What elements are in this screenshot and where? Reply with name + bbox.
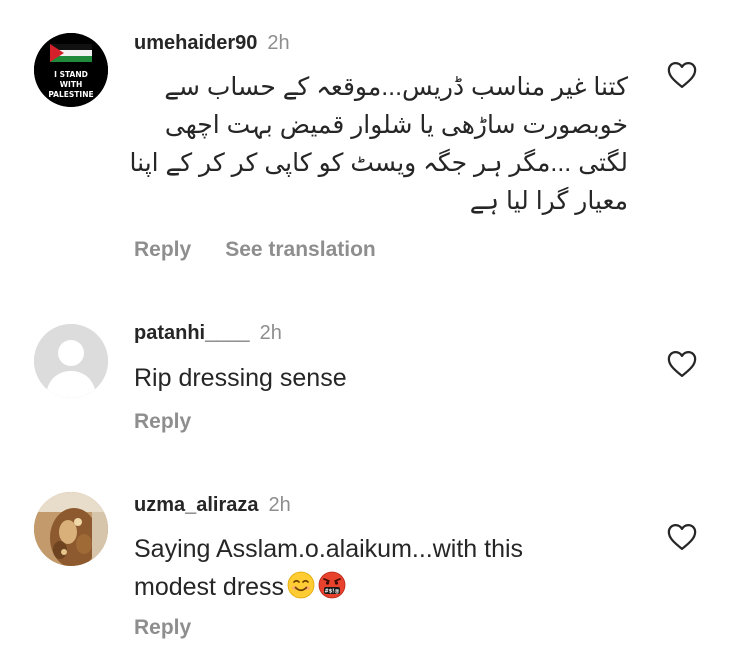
username[interactable]: umehaider90 xyxy=(134,32,257,54)
reply-button[interactable]: Reply xyxy=(134,410,191,433)
comment-meta: umehaider90 2h xyxy=(134,32,290,55)
avatar[interactable] xyxy=(34,492,108,566)
comment-text: Rip dressing sense xyxy=(134,364,347,392)
default-profile-icon xyxy=(34,324,108,398)
svg-text:#$!@: #$!@ xyxy=(325,589,340,595)
comment-text-line: معیار گرا لیا ہے xyxy=(469,187,628,215)
comment-text-line: کتنا غیر مناسب ڈریس...موقعہ کے حساب سے xyxy=(164,73,628,101)
comment-actions: Reply xyxy=(134,410,191,434)
timestamp: 2h xyxy=(259,322,282,344)
avatar-badge-text: I STAND WITH PALESTINE xyxy=(48,70,94,99)
comment-actions: Reply xyxy=(134,616,191,640)
timestamp: 2h xyxy=(268,494,291,516)
profile-photo xyxy=(34,492,108,566)
reply-button[interactable]: Reply xyxy=(134,238,191,261)
heart-outline-icon[interactable] xyxy=(667,61,697,89)
comment-text-line: لگتی ...مگر ہر جگہ ویسٹ کو کاپی کر کر کے… xyxy=(129,149,628,177)
comment-text: کتنا غیر مناسب ڈریس...موقعہ کے حساب سے خ… xyxy=(128,68,628,220)
reply-button[interactable]: Reply xyxy=(134,616,191,639)
comment-actions: Reply See translation xyxy=(134,238,376,262)
comment-text-line: خوبصورت ساڑھی یا شلوار قمیض بہت اچھی xyxy=(164,111,628,139)
avatar[interactable]: I STAND WITH PALESTINE xyxy=(34,33,108,107)
see-translation-button[interactable]: See translation xyxy=(225,238,376,261)
comment-text-line: modest dress #$!@ xyxy=(134,568,523,606)
username[interactable]: uzma_aliraza xyxy=(134,494,259,516)
avatar[interactable] xyxy=(34,324,108,398)
face-with-symbols-on-mouth-icon: #$!@ xyxy=(318,571,346,599)
username[interactable]: patanhi____ xyxy=(134,322,250,344)
comment-meta: patanhi____ 2h xyxy=(134,322,282,345)
comment-text-fragment: modest dress xyxy=(134,573,285,601)
comment-meta: uzma_aliraza 2h xyxy=(134,494,291,517)
heart-outline-icon[interactable] xyxy=(667,523,697,551)
comment-text-line: Saying Asslam.o.alaikum...with this xyxy=(134,535,524,563)
comment-text: Saying Asslam.o.alaikum...with this mode… xyxy=(134,530,523,606)
timestamp: 2h xyxy=(267,32,290,54)
heart-outline-icon[interactable] xyxy=(667,350,697,378)
smiling-face-icon xyxy=(287,571,315,599)
